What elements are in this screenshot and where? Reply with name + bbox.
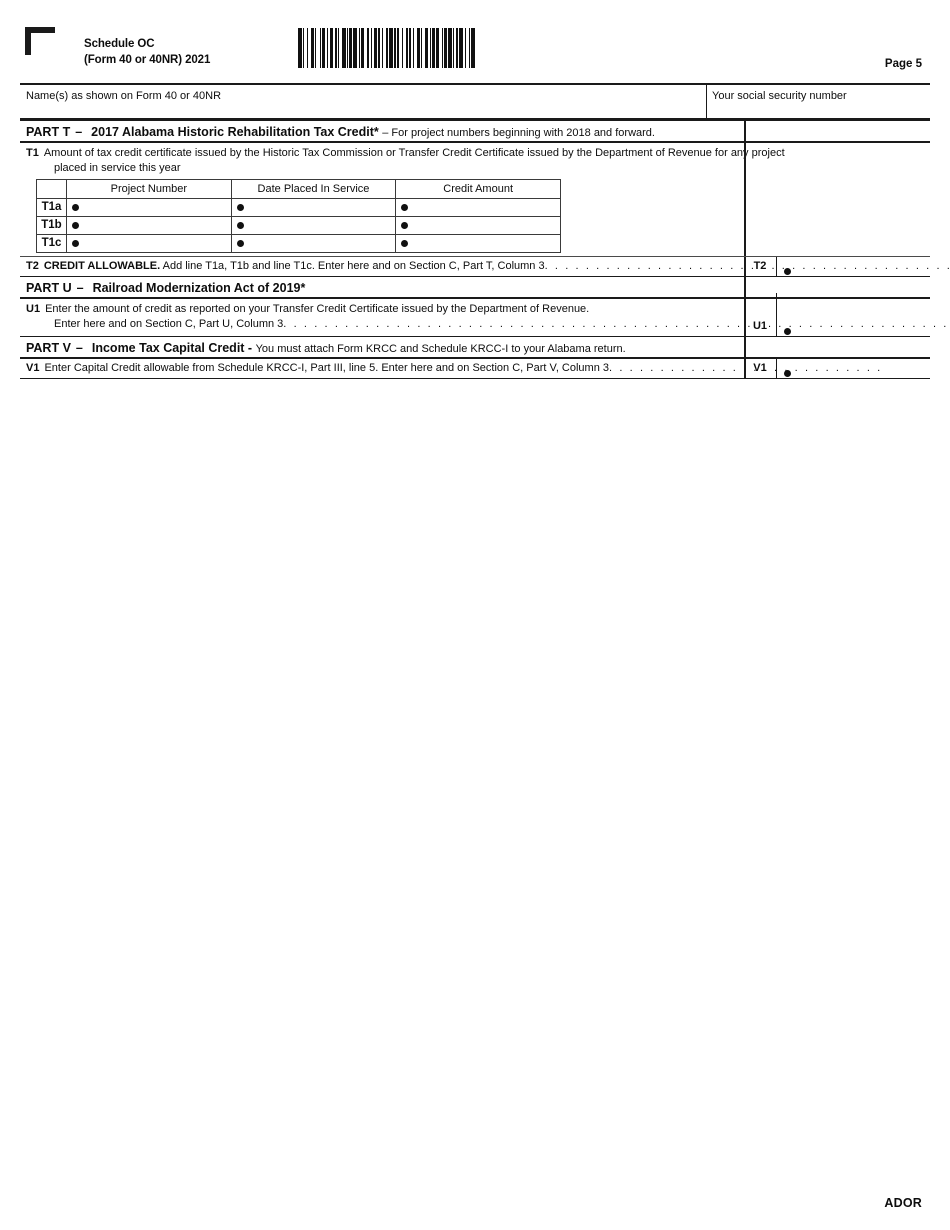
bullet-icon	[72, 203, 79, 211]
bullet-icon	[72, 239, 79, 247]
t1b-date-placed-input[interactable]	[230, 215, 397, 235]
barcode-icon	[298, 28, 476, 68]
line-t1-text-line1: Amount of tax credit certificate issued …	[43, 146, 785, 159]
bullet-icon	[784, 328, 791, 336]
part-v-label: PART V	[26, 341, 71, 356]
t1a-row-label: T1a	[36, 197, 67, 217]
name-field-label: Name(s) as shown on Form 40 or 40NR	[26, 90, 222, 102]
t1b-project-number-input[interactable]	[66, 215, 232, 235]
t1c-date-placed-input[interactable]	[230, 233, 397, 253]
t1c-project-number-input[interactable]	[66, 233, 232, 253]
part-t-title: 2017 Alabama Historic Rehabilitation Tax…	[91, 125, 379, 140]
ssn-field-label: Your social security number	[712, 90, 847, 102]
page-header: Schedule OC (Form 40 or 40NR) 2021 Page …	[0, 0, 950, 78]
line-t1-text-line2: placed in service this year	[54, 161, 181, 174]
line-t2-number: T2	[26, 259, 39, 272]
table-row: T1c	[36, 233, 561, 253]
part-u-dash: –	[76, 281, 84, 296]
bullet-icon	[72, 221, 79, 229]
bullet-icon	[401, 221, 409, 229]
t1a-date-placed-input[interactable]	[230, 197, 397, 217]
t1-header-blank	[36, 178, 67, 199]
line-v1-description: Enter Capital Credit allowable from Sche…	[44, 361, 610, 374]
corner-registration-mark	[25, 27, 55, 55]
part-u-title: Railroad Modernization Act of 2019*	[92, 281, 306, 296]
line-v1-text: V1 Enter Capital Credit allowable from Sc…	[20, 359, 930, 376]
table-row: T1b	[36, 215, 561, 235]
line-v1-row: V1 Enter Capital Credit allowable from Sc…	[20, 358, 930, 378]
t1-credit-table: Project Number Date Placed In Service Cr…	[36, 178, 561, 253]
column-divider-a	[744, 142, 746, 256]
line-u1-code: U1	[752, 319, 768, 332]
part-t-subtitle: – For project numbers beginning with 201…	[382, 127, 655, 140]
divider	[20, 377, 930, 380]
line-t1-number: T1	[26, 146, 39, 159]
bullet-icon	[784, 370, 791, 378]
form-body: PART T –2017 Alabama Historic Rehabilitat…	[20, 119, 950, 380]
t1c-row-label: T1c	[36, 233, 67, 253]
line-u1-text-line2-wrap: Enter here and on Section C, Part U, Col…	[20, 317, 950, 332]
form-number-year: (Form 40 or 40NR) 2021	[84, 54, 211, 66]
table-row: T1a	[36, 197, 561, 217]
line-u1-text: U1 Enter the amount of credit as reported…	[20, 299, 930, 317]
part-u-header-row: PART U – Railroad Modernization Act of 201…	[20, 277, 930, 299]
t1-table-header-row: Project Number Date Placed In Service Cr…	[36, 178, 561, 199]
part-v-header-row: PART V – Income Tax Capital Credit - You m…	[20, 337, 930, 359]
t1c-credit-amount-input[interactable]	[395, 233, 561, 253]
part-t-heading: PART T –2017 Alabama Historic Rehabilitat…	[20, 121, 930, 143]
ador-footer: ADOR	[884, 1196, 922, 1210]
line-u1-text-line2: Enter here and on Section C, Part U, Col…	[54, 317, 284, 330]
bullet-icon	[401, 203, 409, 211]
column-divider-a	[744, 337, 746, 358]
part-v-dash: –	[75, 341, 83, 356]
column-divider-b	[776, 292, 778, 336]
part-u-heading: PART U – Railroad Modernization Act of 201…	[20, 277, 930, 299]
t1-header-date-placed: Date Placed In Service	[230, 178, 397, 199]
part-u-label: PART U	[26, 281, 72, 296]
t1a-project-number-input[interactable]	[66, 197, 232, 217]
line-t2-row: T2 CREDIT ALLOWABLE. Add line T1a, T1b an…	[20, 256, 950, 276]
t1b-credit-amount-input[interactable]	[395, 215, 561, 235]
line-t1-text: T1 Amount of tax credit certificate issue…	[20, 143, 930, 161]
part-t-label: PART T	[26, 125, 71, 140]
line-v1-amount-input[interactable]	[784, 365, 791, 383]
bullet-icon	[236, 239, 244, 247]
bullet-icon	[236, 203, 244, 211]
line-t2-text: T2 CREDIT ALLOWABLE. Add line T1a, T1b an…	[20, 257, 950, 274]
t1a-credit-amount-input[interactable]	[395, 197, 561, 217]
column-divider-b	[776, 256, 778, 276]
line-v1-code: V1	[753, 361, 767, 374]
part-t-dash: –	[75, 125, 83, 140]
form-title: Schedule OC (Form 40 or 40NR) 2021	[84, 36, 210, 68]
line-u1-leader: . . . . . . . . . . . . . . . . . . . . …	[283, 317, 950, 330]
bullet-icon	[784, 268, 791, 276]
part-v-subtitle: You must attach Form KRCC and Schedule K…	[255, 343, 626, 356]
page-number: Page 5	[884, 58, 922, 70]
column-divider-b	[776, 358, 778, 378]
bullet-icon	[401, 239, 409, 247]
t1-header-credit-amount: Credit Amount	[395, 178, 561, 199]
band-divider	[706, 85, 708, 118]
line-t2-description: Add line T1a, T1b and line T1c. Enter he…	[162, 259, 545, 272]
line-u1-row: U1 Enter the amount of credit as reported…	[20, 292, 950, 336]
bullet-icon	[236, 221, 244, 229]
t1b-row-label: T1b	[36, 215, 67, 235]
part-v-heading: PART V – Income Tax Capital Credit - You m…	[20, 337, 930, 359]
line-t1-block: T1 Amount of tax credit certificate issue…	[20, 142, 930, 256]
t1-header-project-number: Project Number	[66, 178, 232, 199]
schedule-name: Schedule OC	[84, 38, 155, 50]
line-u1-text-line1: Enter the amount of credit as reported o…	[45, 302, 590, 315]
part-t-header-row: PART T –2017 Alabama Historic Rehabilitat…	[20, 121, 930, 143]
line-v1-number: V1	[26, 361, 40, 374]
line-u1-number: U1	[26, 302, 41, 315]
column-divider-a	[744, 277, 746, 298]
part-v-title: Income Tax Capital Credit -	[91, 341, 253, 356]
line-t2-code: T2	[753, 259, 767, 272]
line-t1-text-line2-wrap: placed in service this year	[20, 161, 930, 176]
column-divider-a	[744, 121, 746, 142]
identification-band: Name(s) as shown on Form 40 or 40NR Your…	[20, 83, 930, 119]
line-t2-bold-text: CREDIT ALLOWABLE.	[43, 259, 161, 272]
